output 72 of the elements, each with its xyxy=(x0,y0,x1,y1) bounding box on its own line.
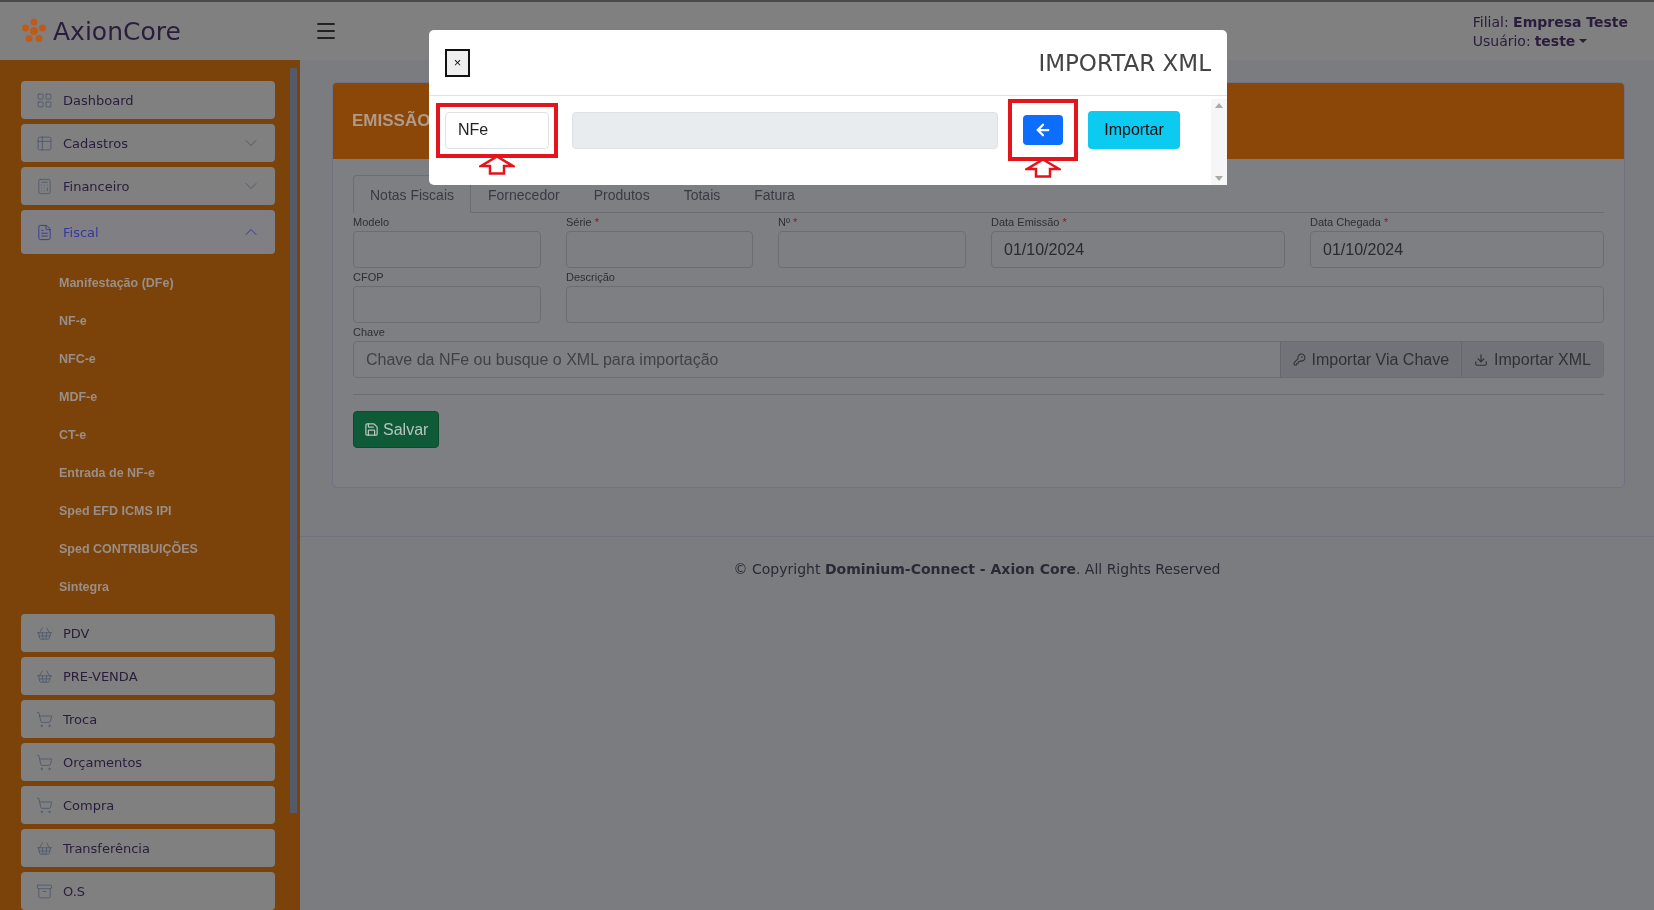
card-title: EMISSÃO xyxy=(352,111,431,131)
submenu-item[interactable]: Sintegra xyxy=(59,568,275,606)
sidebar-label: Cadastros xyxy=(63,135,129,151)
label-text: Data Chegada xyxy=(1310,216,1381,230)
sidebar-label: Fiscal xyxy=(63,224,100,240)
save-button[interactable]: Salvar xyxy=(353,411,440,448)
sidebar-item[interactable]: PDV xyxy=(21,614,275,652)
basket-icon xyxy=(36,839,53,857)
label-text: CFOP xyxy=(353,271,384,285)
sidebar-label: Dashboard xyxy=(63,92,135,108)
required-mark: * xyxy=(1062,216,1067,230)
close-button[interactable]: × xyxy=(445,48,470,77)
sidebar-item[interactable]: Troca xyxy=(21,700,275,738)
submenu-item[interactable]: CT-e xyxy=(59,416,275,454)
label-text: Nº xyxy=(778,216,790,230)
label-text: Data Emissão xyxy=(991,216,1060,230)
cart-icon xyxy=(36,796,53,814)
input-field[interactable]: 01/10/2024 xyxy=(991,231,1285,268)
submenu-item[interactable]: Entrada de NF-e xyxy=(59,454,275,492)
sidebar-item[interactable]: Cadastros xyxy=(21,124,275,162)
sidebar-item[interactable]: Transferência xyxy=(21,829,275,867)
basket-icon xyxy=(36,624,53,642)
table-icon xyxy=(36,134,53,152)
save-icon xyxy=(364,422,379,437)
type-select[interactable]: NFe xyxy=(445,111,549,149)
required-mark: * xyxy=(1383,216,1389,230)
sidebar-item[interactable]: Financeiro xyxy=(21,167,275,205)
submenu-item[interactable]: MDF-e xyxy=(59,378,275,416)
submenu-item[interactable]: NF-e xyxy=(59,302,275,340)
submenu-item[interactable]: Sped EFD ICMS IPI xyxy=(59,492,275,530)
sidebar-item[interactable]: Compra xyxy=(21,786,275,824)
tab[interactable]: Notas Fiscais xyxy=(353,175,472,213)
sidebar-item[interactable]: PRE-VENDA xyxy=(21,657,275,695)
sidebar-label: PRE-VENDA xyxy=(63,668,139,684)
label-text: Série xyxy=(566,216,592,230)
submenu-item[interactable]: Sped CONTRIBUIÇÕES xyxy=(59,530,275,568)
document-icon xyxy=(36,223,53,241)
grid-icon xyxy=(36,91,53,109)
sidebar-label: Transferência xyxy=(63,840,151,856)
logo-icon xyxy=(21,18,47,44)
import-button[interactable]: Importar xyxy=(1088,111,1180,149)
brand-name: AxionCore xyxy=(53,16,181,46)
label-text: Descrição xyxy=(566,271,615,285)
sidebar-label: O.S xyxy=(63,883,87,899)
sidebar-item[interactable]: Fiscal xyxy=(21,210,275,254)
cart-icon xyxy=(36,753,53,771)
sidebar-label: Financeiro xyxy=(63,178,131,194)
archive-icon xyxy=(36,882,53,900)
sidebar-item[interactable]: Dashboard xyxy=(21,81,275,119)
copyright-text: © Copyright Dominium-Connect - Axion Core. All Rights Reserved xyxy=(732,561,1222,577)
sidebar-item[interactable]: O.S xyxy=(21,872,275,910)
submenu-item[interactable]: NFC-e xyxy=(59,340,275,378)
sidebar-label: PDV xyxy=(63,625,91,641)
sidebar-item[interactable]: Orçamentos xyxy=(21,743,275,781)
basket-icon xyxy=(36,667,53,685)
label-text: Modelo xyxy=(353,216,390,230)
back-arrow-button[interactable] xyxy=(1023,115,1063,145)
sidebar-label: Troca xyxy=(63,711,99,727)
user-menu[interactable]: Usuário: teste xyxy=(1472,32,1628,49)
field-label: Chave xyxy=(353,326,385,340)
required-mark: * xyxy=(594,216,599,230)
branch-text: Filial: Empresa Teste xyxy=(1472,13,1628,30)
input-field[interactable]: 01/10/2024 xyxy=(1310,231,1604,268)
dialog-title: IMPORTAR XML xyxy=(1038,49,1211,76)
calculator-icon xyxy=(36,177,53,195)
sidebar-label: Compra xyxy=(63,797,116,813)
file-input[interactable] xyxy=(572,111,998,149)
submenu-item[interactable]: Manifestação (DFe) xyxy=(59,264,275,302)
required-mark: * xyxy=(792,216,798,230)
cart-icon xyxy=(36,710,53,728)
sidebar-label: Orçamentos xyxy=(63,754,144,770)
scrollbar[interactable] xyxy=(1211,99,1227,185)
